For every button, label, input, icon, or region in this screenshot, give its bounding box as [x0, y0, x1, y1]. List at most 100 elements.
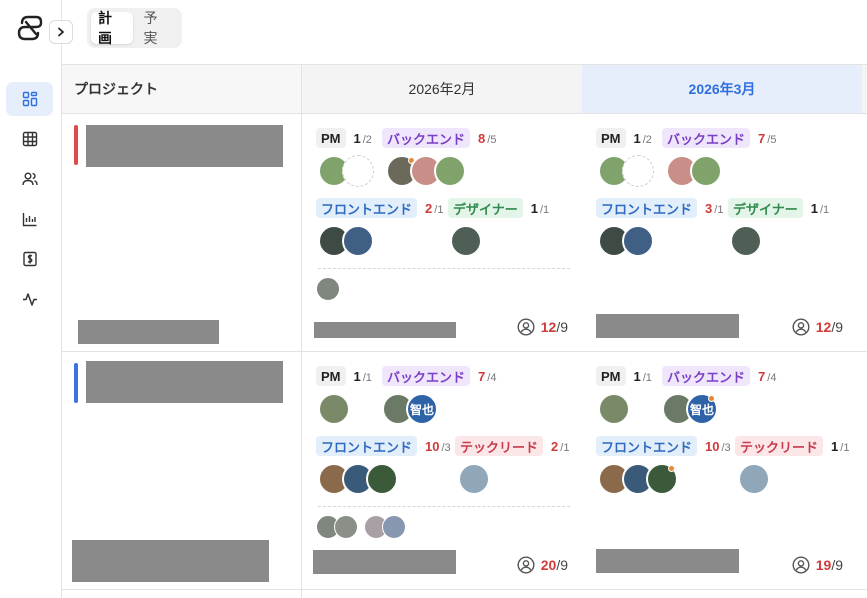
project-meta-redacted — [78, 320, 219, 344]
pm-avatars — [598, 155, 654, 187]
month-header-mar[interactable]: 2026年3月 — [582, 65, 862, 114]
avatar[interactable] — [450, 225, 482, 257]
avatar-initials[interactable]: 智也 — [406, 393, 438, 425]
avatar[interactable] — [646, 463, 678, 495]
role-count: 10/3 — [425, 438, 451, 454]
avatar[interactable] — [598, 393, 630, 425]
backend-avatars — [386, 155, 466, 187]
frontend-avatars — [318, 225, 374, 257]
backend-avatars: 智也 — [382, 393, 438, 425]
avatar[interactable] — [382, 515, 406, 539]
allocation-cell[interactable]: PM 1/2 バックエンド 7/5 フロントエンド 3/1 デザイナー 1/1 … — [582, 114, 862, 351]
backend-avatars: 智也 — [662, 393, 718, 425]
nav-activity[interactable] — [6, 282, 53, 316]
techlead-avatars — [458, 463, 490, 495]
role-count: 1/1 — [633, 368, 652, 384]
detail-redacted — [314, 322, 456, 338]
role-tag-backend: バックエンド — [382, 128, 471, 148]
role-count: 8/5 — [478, 130, 497, 146]
section-divider — [318, 268, 570, 269]
role-count: 10/3 — [705, 438, 731, 454]
row-divider — [62, 589, 867, 590]
frontend-avatars — [598, 463, 678, 495]
avatar[interactable] — [366, 463, 398, 495]
nav-table[interactable] — [6, 122, 53, 156]
pm-avatars — [598, 393, 630, 425]
nav-budget[interactable] — [6, 242, 53, 276]
project-status-bar — [74, 363, 78, 403]
total-headcount: 12/9 — [517, 318, 568, 336]
role-tag-pm: PM — [596, 366, 626, 386]
mode-plan-button[interactable]: 計画 — [91, 10, 133, 46]
avatar[interactable] — [690, 155, 722, 187]
project-column-header: プロジェクト — [62, 65, 302, 114]
users-icon — [21, 172, 38, 186]
allocation-cell[interactable]: PM 1/2 バックエンド 8/5 フロントエンド 2/1 デザイナー 1/1 … — [302, 114, 582, 351]
role-tag-frontend: フロントエンド — [316, 436, 418, 456]
role-count: 1/1 — [353, 368, 372, 384]
allocation-cell[interactable]: PM 1/1 バックエンド 7/4 智也 フロントエンド 10/3 テックリード… — [582, 352, 862, 589]
avatar[interactable] — [342, 225, 374, 257]
mode-actual-button[interactable]: 予実 — [137, 10, 179, 46]
role-count: 3/1 — [705, 200, 724, 216]
role-tag-backend: バックエンド — [382, 366, 471, 386]
role-tag-pm: PM — [316, 366, 346, 386]
month-header-feb[interactable]: 2026年2月 — [302, 65, 582, 114]
section-divider — [318, 506, 570, 507]
role-count: 1/1 — [530, 200, 550, 216]
project-name-redacted[interactable] — [86, 361, 283, 403]
unassigned-avatars — [316, 515, 406, 539]
user-circle-icon — [792, 318, 810, 336]
role-tag-frontend: フロントエンド — [596, 198, 698, 218]
avatar[interactable] — [738, 463, 770, 495]
app-logo-icon[interactable] — [16, 14, 44, 42]
role-count: 1/1 — [831, 438, 850, 454]
avatar[interactable] — [730, 225, 762, 257]
pm-avatars — [318, 155, 374, 187]
role-tag-techlead: テックリード — [455, 436, 544, 456]
project-name-redacted[interactable] — [86, 125, 283, 167]
total-headcount: 20/9 — [517, 556, 568, 574]
top-bar: 計画 予実 — [62, 0, 867, 65]
dollar-icon — [22, 251, 37, 267]
avatar[interactable] — [318, 393, 350, 425]
role-tag-designer: デザイナー — [448, 198, 523, 218]
avatar-placeholder[interactable] — [342, 155, 374, 187]
avatar-placeholder[interactable] — [622, 155, 654, 187]
unassigned-avatars — [316, 277, 340, 301]
nav-dashboard[interactable] — [6, 82, 53, 116]
avatar[interactable] — [316, 277, 340, 301]
nav-reports[interactable] — [6, 202, 53, 236]
role-tag-backend: バックエンド — [662, 128, 751, 148]
nav-members[interactable] — [6, 162, 53, 196]
designer-avatars — [450, 225, 482, 257]
month-header-overflow — [862, 65, 867, 114]
avatar[interactable] — [434, 155, 466, 187]
user-circle-icon — [517, 556, 535, 574]
expand-sidebar-button[interactable] — [49, 20, 73, 44]
user-circle-icon — [792, 556, 810, 574]
role-count: 7/5 — [758, 130, 777, 146]
role-tag-pm: PM — [316, 128, 346, 148]
designer-avatars — [730, 225, 762, 257]
allocation-cell[interactable]: PM 1/1 バックエンド 7/4 智也 フロントエンド 10/3 テックリード… — [302, 352, 582, 589]
avatar[interactable] — [334, 515, 358, 539]
avatar[interactable] — [458, 463, 490, 495]
pm-avatars — [318, 393, 350, 425]
frontend-avatars — [598, 225, 654, 257]
avatar-initials[interactable]: 智也 — [686, 393, 718, 425]
detail-redacted — [596, 549, 739, 573]
role-tag-pm: PM — [596, 128, 626, 148]
role-count: 2/1 — [551, 438, 570, 454]
project-status-bar — [74, 125, 78, 165]
role-count: 1/2 — [353, 130, 372, 146]
chart-icon — [22, 213, 36, 227]
role-count: 1/2 — [633, 130, 652, 146]
role-tag-techlead: テックリード — [735, 436, 824, 456]
role-tag-frontend: フロントエンド — [596, 436, 698, 456]
avatar[interactable] — [622, 225, 654, 257]
role-tag-backend: バックエンド — [662, 366, 751, 386]
detail-redacted — [313, 550, 456, 574]
role-tag-frontend: フロントエンド — [316, 198, 418, 218]
role-count: 2/1 — [425, 200, 444, 216]
